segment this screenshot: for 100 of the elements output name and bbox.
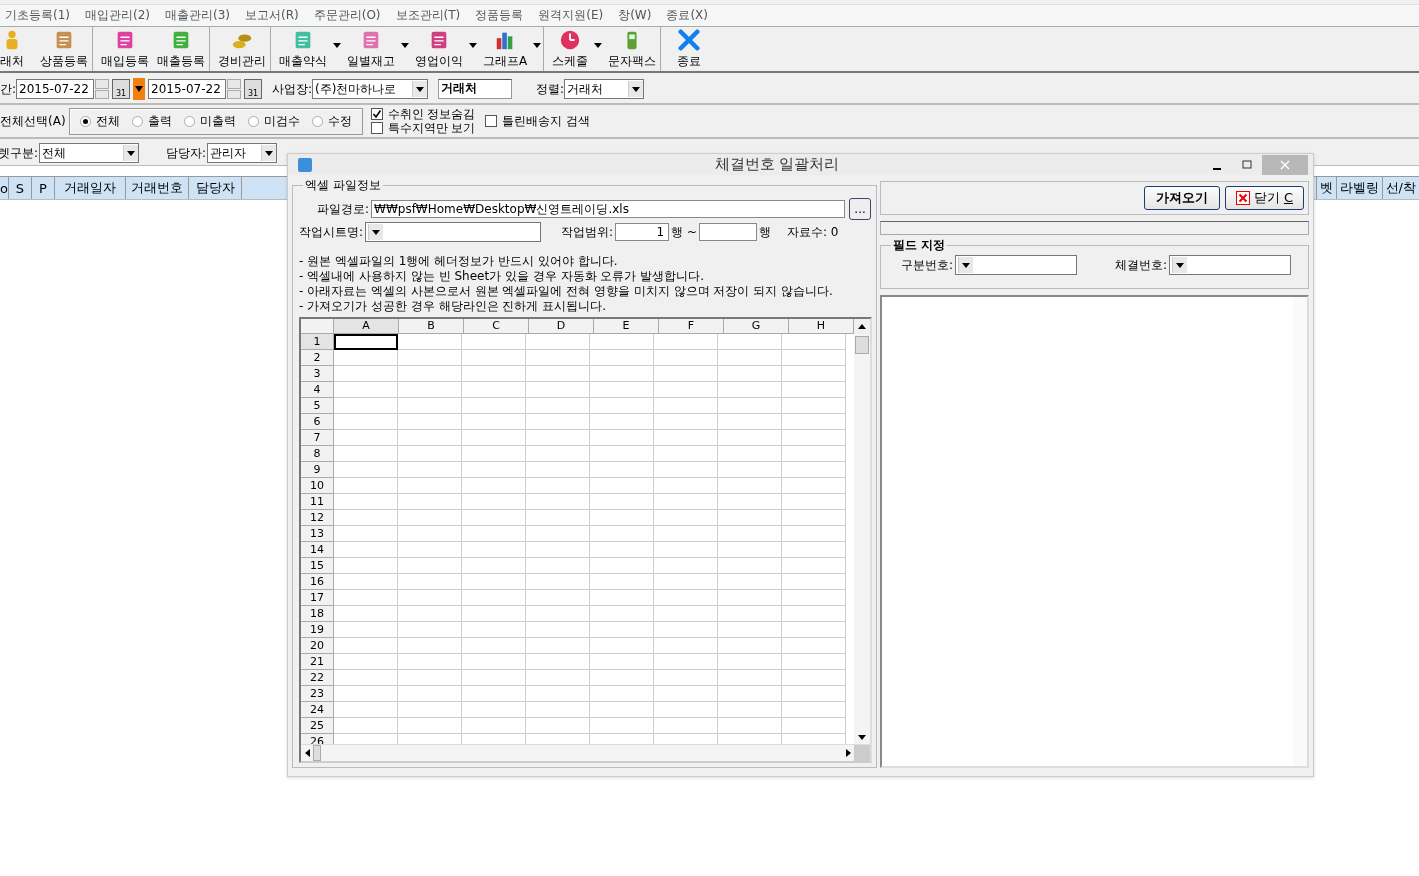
- site-dropdown[interactable]: (주)천마하나로: [312, 79, 429, 99]
- scroll-right-icon[interactable]: [846, 749, 851, 757]
- row-header[interactable]: 9: [301, 462, 334, 478]
- row-header[interactable]: 3: [301, 366, 334, 382]
- scroll-left-icon[interactable]: [305, 749, 310, 757]
- sort-dropdown[interactable]: 거래처: [564, 79, 645, 99]
- menu-item[interactable]: 보고서(R): [245, 7, 299, 24]
- row-header[interactable]: 17: [301, 590, 334, 606]
- row-header[interactable]: 11: [301, 494, 334, 510]
- column-header[interactable]: E: [594, 319, 659, 334]
- column-header[interactable]: S: [9, 177, 32, 199]
- toolbar-button[interactable]: 영업이익: [411, 27, 479, 71]
- field-dropdown[interactable]: [1169, 255, 1292, 275]
- corner-cell[interactable]: [301, 319, 334, 334]
- row-header[interactable]: 2: [301, 350, 334, 366]
- menu-item[interactable]: 종료(X): [666, 7, 708, 24]
- scroll-up-icon[interactable]: [858, 324, 866, 329]
- sheet-dropdown[interactable]: [365, 222, 542, 242]
- column-header[interactable]: C: [464, 319, 529, 334]
- menu-item[interactable]: 기초등록(1): [5, 7, 70, 24]
- row-header[interactable]: 15: [301, 558, 334, 574]
- row-header[interactable]: 22: [301, 670, 334, 686]
- toolbar-button[interactable]: 스케줄: [548, 27, 605, 71]
- range-from-field[interactable]: 1: [615, 223, 670, 241]
- row-header[interactable]: 12: [301, 510, 334, 526]
- filter-radio[interactable]: 미검수: [247, 112, 300, 130]
- date-field[interactable]: 2015-07-22: [148, 79, 227, 99]
- calendar-button[interactable]: 31: [112, 79, 131, 99]
- row-header[interactable]: 8: [301, 446, 334, 462]
- column-header[interactable]: G: [724, 319, 789, 334]
- row-header[interactable]: 25: [301, 718, 334, 734]
- row-header[interactable]: 13: [301, 526, 334, 542]
- column-header[interactable]: 담당자: [189, 177, 242, 199]
- row-header[interactable]: 21: [301, 654, 334, 670]
- column-header[interactable]: F: [659, 319, 724, 334]
- horizontal-scrollbar[interactable]: [301, 744, 870, 761]
- toolbar-button[interactable]: 문자팩스: [604, 27, 662, 71]
- path-field[interactable]: ₩₩psf₩Home₩Desktop₩신영트레이딩.xls: [371, 200, 846, 218]
- close-button[interactable]: [1262, 154, 1308, 175]
- row-header[interactable]: 14: [301, 542, 334, 558]
- toolbar-button[interactable]: 경비관리: [214, 27, 271, 71]
- filter-radio[interactable]: 출력: [131, 112, 172, 130]
- field-dropdown[interactable]: [955, 255, 1078, 275]
- scroll-down-icon[interactable]: [858, 735, 866, 740]
- scroll-thumb[interactable]: [313, 745, 321, 761]
- row-header[interactable]: 18: [301, 606, 334, 622]
- calendar-button[interactable]: 31: [244, 79, 263, 99]
- toolbar-button[interactable]: 매입등록: [97, 27, 153, 71]
- column-header[interactable]: P: [32, 177, 55, 199]
- row-header[interactable]: 19: [301, 622, 334, 638]
- vertical-scrollbar[interactable]: [1293, 297, 1307, 766]
- column-header[interactable]: 벳: [1315, 177, 1336, 199]
- toolbar-button[interactable]: 일별재고: [343, 27, 411, 71]
- column-header[interactable]: H: [789, 319, 854, 334]
- menu-item[interactable]: 매입관리(2): [85, 7, 150, 24]
- column-header[interactable]: 선/착: [1381, 177, 1419, 199]
- column-header[interactable]: B: [399, 319, 464, 334]
- toolbar-button[interactable]: 그래프A: [479, 27, 545, 71]
- checkbox[interactable]: 특수지역만 보기: [370, 121, 476, 135]
- menu-item[interactable]: 주문관리(O): [313, 7, 381, 24]
- row-header[interactable]: 1: [301, 334, 334, 350]
- column-header[interactable]: 라벨링: [1335, 177, 1382, 199]
- menu-item[interactable]: 보조관리(T): [395, 7, 461, 24]
- column-header[interactable]: 거래번호: [126, 177, 189, 199]
- toolbar-button[interactable]: 상품등록: [36, 27, 93, 71]
- checkbox[interactable]: 수취인 정보숨김: [370, 107, 476, 121]
- menu-item[interactable]: 창(W): [618, 7, 652, 24]
- sheet-cell[interactable]: [334, 334, 398, 350]
- filter-radio[interactable]: 전체: [79, 112, 120, 130]
- close-button[interactable]: 닫기 C: [1224, 186, 1304, 210]
- toolbar-button[interactable]: 매출등록: [153, 27, 210, 71]
- vertical-scrollbar[interactable]: [854, 334, 870, 744]
- row-header[interactable]: 7: [301, 430, 334, 446]
- filter-radio[interactable]: 수정: [311, 112, 352, 130]
- row-header[interactable]: 6: [301, 414, 334, 430]
- toolbar-button[interactable]: 종료: [665, 27, 714, 71]
- row-header[interactable]: 10: [301, 478, 334, 494]
- row-header[interactable]: 4: [301, 382, 334, 398]
- browse-button[interactable]: ...: [849, 198, 872, 220]
- column-header[interactable]: D: [529, 319, 594, 334]
- column-header[interactable]: o: [0, 177, 9, 199]
- menu-item[interactable]: 원격지원(E): [538, 7, 604, 24]
- scroll-thumb[interactable]: [855, 336, 869, 354]
- import-button[interactable]: 가져오기: [1143, 186, 1220, 210]
- row-header[interactable]: 23: [301, 686, 334, 702]
- checkbox[interactable]: 틀린배송지 검색: [485, 114, 591, 128]
- range-to-field[interactable]: [698, 223, 757, 241]
- row-header[interactable]: 5: [301, 398, 334, 414]
- menu-item[interactable]: 정품등록: [475, 7, 524, 24]
- column-header[interactable]: A: [334, 319, 399, 334]
- column-header[interactable]: 거래일자: [55, 177, 126, 199]
- toolbar-button[interactable]: 매출약식: [275, 27, 343, 71]
- date-field[interactable]: 2015-07-22: [16, 79, 95, 99]
- menu-item[interactable]: 매출관리(3): [165, 7, 230, 24]
- customer-field[interactable]: 거래처: [438, 79, 513, 99]
- dropdown-button[interactable]: [133, 78, 146, 100]
- spin-button[interactable]: [95, 79, 110, 99]
- row-header[interactable]: 16: [301, 574, 334, 590]
- filter-radio[interactable]: 미출력: [183, 112, 236, 130]
- filter-dropdown[interactable]: 전체: [39, 143, 140, 163]
